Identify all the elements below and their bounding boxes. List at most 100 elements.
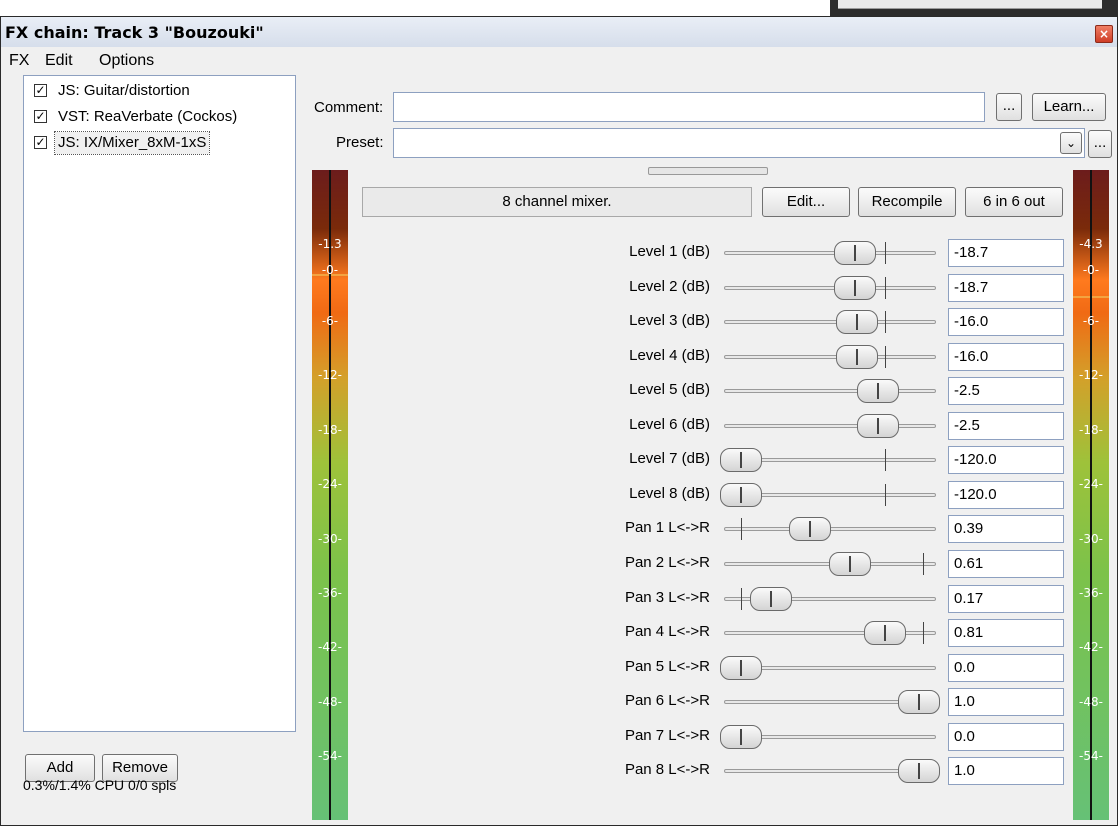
meter-scale-label: -42- bbox=[1079, 640, 1103, 655]
slider-thumb[interactable] bbox=[898, 690, 940, 714]
meter-scale-label: -42- bbox=[318, 640, 342, 655]
slider-default-tick bbox=[885, 449, 886, 471]
param-value-field[interactable]: 0.61 bbox=[948, 550, 1064, 578]
output-peak-readout: -4.3 bbox=[1079, 237, 1103, 251]
slider-thumb[interactable] bbox=[836, 310, 878, 334]
fx-enable-checkbox[interactable]: ✓ bbox=[34, 136, 47, 149]
param-value-field[interactable]: -16.0 bbox=[948, 343, 1064, 371]
param-label: Pan 8 L<->R bbox=[624, 761, 710, 778]
param-slider[interactable] bbox=[724, 251, 936, 255]
menu-options[interactable]: Options bbox=[99, 52, 154, 70]
param-label: Pan 7 L<->R bbox=[624, 727, 710, 744]
meter-scale-label: -24- bbox=[318, 477, 342, 492]
close-button[interactable]: × bbox=[1095, 25, 1113, 43]
meter-scale-label: -12- bbox=[1079, 368, 1103, 383]
slider-thumb[interactable] bbox=[720, 483, 762, 507]
param-value-field[interactable]: 0.0 bbox=[948, 654, 1064, 682]
slider-thumb[interactable] bbox=[720, 725, 762, 749]
meter-scale-label: -36- bbox=[1079, 586, 1103, 600]
slider-thumb[interactable] bbox=[857, 414, 899, 438]
slider-default-tick bbox=[741, 588, 742, 610]
param-value-field[interactable]: 0.81 bbox=[948, 619, 1064, 647]
slider-thumb[interactable] bbox=[750, 587, 792, 611]
param-slider[interactable] bbox=[724, 320, 936, 324]
slider-default-tick bbox=[885, 311, 886, 333]
param-value-field[interactable]: -18.7 bbox=[948, 239, 1064, 267]
param-value-field[interactable]: -2.5 bbox=[948, 377, 1064, 405]
param-value-field[interactable]: -120.0 bbox=[948, 481, 1064, 509]
menu-edit[interactable]: Edit bbox=[45, 52, 73, 70]
param-slider[interactable] bbox=[724, 355, 936, 359]
param-label: Level 2 (dB) bbox=[629, 278, 710, 295]
slider-thumb[interactable] bbox=[720, 656, 762, 680]
param-value-field[interactable]: 0.39 bbox=[948, 515, 1064, 543]
slider-default-tick bbox=[923, 622, 924, 644]
meter-scale-label: -18- bbox=[318, 422, 342, 437]
chevron-down-icon[interactable]: ⌄ bbox=[1060, 132, 1082, 154]
comment-label: Comment: bbox=[314, 99, 384, 116]
edit-plugin-button[interactable]: Edit... bbox=[762, 187, 850, 217]
slider-default-tick bbox=[923, 553, 924, 575]
slider-default-tick bbox=[885, 277, 886, 299]
slider-thumb[interactable] bbox=[834, 241, 876, 265]
meter-scale-label: -24- bbox=[1079, 477, 1103, 492]
param-label: Pan 6 L<->R bbox=[624, 692, 710, 709]
param-label: Level 7 (dB) bbox=[629, 450, 710, 467]
meter-scale-label: -6- bbox=[321, 314, 339, 328]
slider-thumb[interactable] bbox=[720, 448, 762, 472]
fx-item-label: JS: IX/Mixer_8xM-1xS bbox=[53, 131, 211, 155]
input-peak-readout: -1.3 bbox=[318, 237, 342, 251]
param-value-field[interactable]: -120.0 bbox=[948, 446, 1064, 474]
param-value-field[interactable]: 0.17 bbox=[948, 585, 1064, 613]
param-label: Pan 3 L<->R bbox=[624, 589, 710, 606]
meter-scale-label: -54- bbox=[318, 749, 342, 764]
param-label: Level 5 (dB) bbox=[629, 381, 710, 398]
slider-default-tick bbox=[885, 346, 886, 368]
preset-dropdown[interactable]: ⌄ bbox=[393, 128, 1085, 158]
preset-label: Preset: bbox=[336, 134, 384, 151]
param-value-field[interactable]: 1.0 bbox=[948, 688, 1064, 716]
param-value-field[interactable]: 1.0 bbox=[948, 757, 1064, 785]
fx-enable-checkbox[interactable]: ✓ bbox=[34, 84, 47, 97]
preset-browse-button[interactable]: ... bbox=[1088, 130, 1112, 158]
window-title: FX chain: Track 3 "Bouzouki" bbox=[5, 23, 264, 42]
fx-enable-checkbox[interactable]: ✓ bbox=[34, 110, 47, 123]
menu-fx[interactable]: FX bbox=[9, 52, 29, 70]
slider-thumb[interactable] bbox=[829, 552, 871, 576]
ui-size-handle[interactable] bbox=[648, 167, 768, 175]
slider-thumb[interactable] bbox=[898, 759, 940, 783]
slider-thumb[interactable] bbox=[834, 276, 876, 300]
param-value-field[interactable]: -2.5 bbox=[948, 412, 1064, 440]
title-bar[interactable]: FX chain: Track 3 "Bouzouki" × bbox=[1, 17, 1117, 48]
param-value-field[interactable]: -16.0 bbox=[948, 308, 1064, 336]
io-config-button[interactable]: 6 in 6 out bbox=[965, 187, 1063, 217]
input-meter: -1.3 -0- -6- -12- -18- -24- -30- -36- -42- -48- -… bbox=[312, 170, 348, 820]
meter-scale-label: -54- bbox=[1079, 749, 1103, 764]
fx-item-label: VST: ReaVerbate (Cockos) bbox=[58, 108, 238, 125]
slider-thumb[interactable] bbox=[836, 345, 878, 369]
meter-scale-label: -0- bbox=[321, 262, 339, 277]
desktop-background bbox=[0, 0, 830, 14]
fx-chain-list[interactable]: ✓ JS: Guitar/distortion ✓ VST: ReaVerbat… bbox=[23, 75, 296, 732]
param-slider[interactable] bbox=[724, 286, 936, 290]
cpu-status: 0.3%/1.4% CPU 0/0 spls bbox=[23, 777, 177, 793]
recompile-button[interactable]: Recompile bbox=[858, 187, 956, 217]
meter-scale-label: -48- bbox=[1079, 694, 1103, 709]
comment-field[interactable] bbox=[393, 92, 985, 122]
meter-scale-label: -0- bbox=[1082, 262, 1100, 277]
param-slider[interactable] bbox=[724, 424, 936, 428]
slider-thumb[interactable] bbox=[789, 517, 831, 541]
param-label: Pan 4 L<->R bbox=[624, 623, 710, 640]
param-label: Level 1 (dB) bbox=[629, 243, 710, 260]
slider-thumb[interactable] bbox=[857, 379, 899, 403]
comment-browse-button[interactable]: ... bbox=[996, 93, 1022, 121]
slider-default-tick bbox=[885, 484, 886, 506]
param-value-field[interactable]: 0.0 bbox=[948, 723, 1064, 751]
learn-button[interactable]: Learn... bbox=[1032, 93, 1106, 121]
meter-scale-label: -12- bbox=[318, 368, 342, 383]
param-slider[interactable] bbox=[724, 389, 936, 393]
slider-thumb[interactable] bbox=[864, 621, 906, 645]
param-value-field[interactable]: -18.7 bbox=[948, 274, 1064, 302]
meter-scale-label: -30- bbox=[1079, 531, 1103, 546]
param-label: Pan 1 L<->R bbox=[624, 519, 710, 536]
